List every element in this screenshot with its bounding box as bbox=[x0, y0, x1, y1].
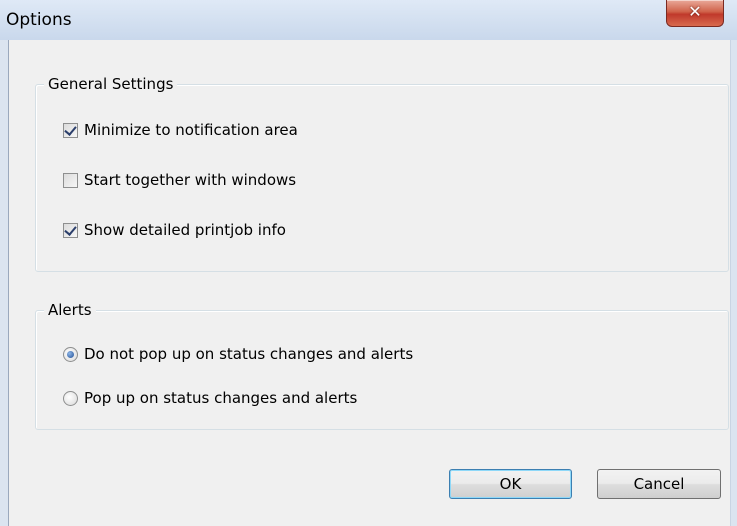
dialog-body: General Settings Minimize to notificatio… bbox=[8, 40, 731, 526]
start-with-windows-option[interactable]: Start together with windows bbox=[63, 169, 296, 191]
options-dialog: Options ✕ General Settings Minimize to n… bbox=[0, 0, 737, 526]
title-bar[interactable]: Options ✕ bbox=[0, 0, 737, 40]
alerts-group: Alerts Do not pop up on status changes a… bbox=[35, 301, 729, 430]
minimize-to-tray-label[interactable]: Minimize to notification area bbox=[84, 121, 298, 139]
window-title: Options bbox=[6, 10, 72, 30]
ok-button[interactable]: OK bbox=[449, 469, 572, 499]
cancel-button[interactable]: Cancel bbox=[597, 469, 721, 499]
general-settings-group: General Settings Minimize to notificatio… bbox=[35, 75, 729, 272]
close-icon: ✕ bbox=[688, 2, 702, 21]
alerts-legend: Alerts bbox=[44, 301, 96, 319]
no-popup-label[interactable]: Do not pop up on status changes and aler… bbox=[84, 345, 413, 363]
no-popup-radio[interactable] bbox=[63, 346, 78, 362]
detailed-printjob-option[interactable]: Show detailed printjob info bbox=[63, 219, 286, 241]
start-with-windows-label[interactable]: Start together with windows bbox=[84, 171, 296, 189]
minimize-to-tray-option[interactable]: Minimize to notification area bbox=[63, 119, 298, 141]
no-popup-option[interactable]: Do not pop up on status changes and aler… bbox=[63, 343, 413, 365]
start-with-windows-checkbox[interactable] bbox=[63, 172, 78, 188]
popup-option[interactable]: Pop up on status changes and alerts bbox=[63, 387, 357, 409]
detailed-printjob-label[interactable]: Show detailed printjob info bbox=[84, 221, 286, 239]
popup-label[interactable]: Pop up on status changes and alerts bbox=[84, 389, 357, 407]
detailed-printjob-checkbox[interactable] bbox=[63, 222, 78, 238]
general-settings-legend: General Settings bbox=[44, 75, 178, 93]
popup-radio[interactable] bbox=[63, 390, 78, 406]
close-button[interactable]: ✕ bbox=[666, 0, 724, 27]
minimize-to-tray-checkbox[interactable] bbox=[63, 122, 78, 138]
